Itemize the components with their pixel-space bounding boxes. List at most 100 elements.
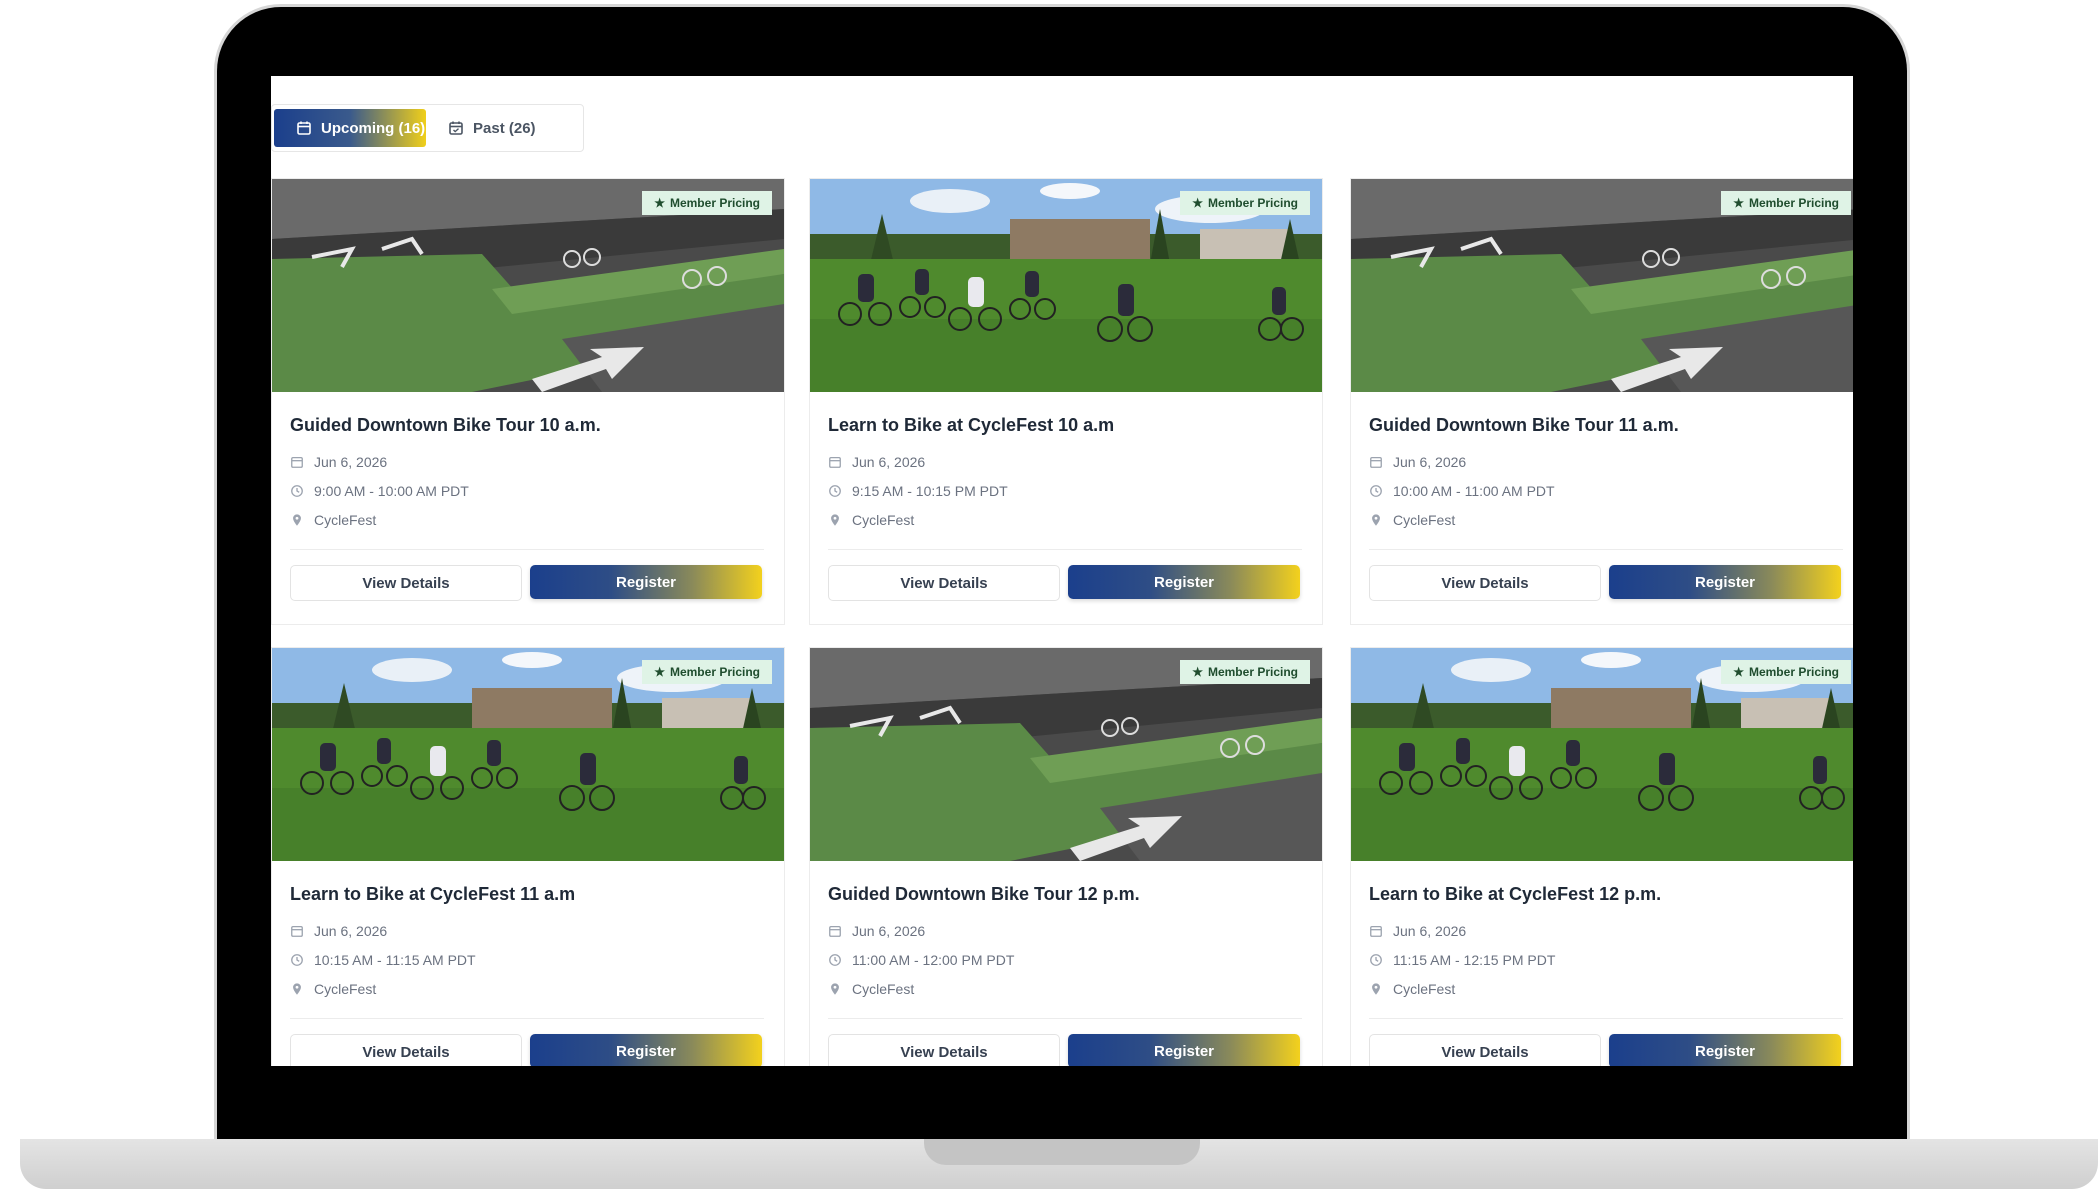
event-time-text: 10:15 AM - 11:15 AM PDT — [314, 952, 476, 968]
event-time: 10:15 AM - 11:15 AM PDT — [290, 952, 476, 968]
member-pricing-badge: ★ Member Pricing — [1721, 191, 1851, 215]
event-time: 11:00 AM - 12:00 PM PDT — [828, 952, 1014, 968]
view-details-button[interactable]: View Details — [290, 1034, 522, 1066]
map-pin-icon — [1372, 983, 1380, 995]
badge-label: Member Pricing — [1748, 196, 1839, 210]
view-details-button[interactable]: View Details — [828, 565, 1060, 601]
badge-label: Member Pricing — [669, 665, 760, 679]
star-icon: ★ — [654, 196, 665, 210]
calendar-icon — [291, 456, 303, 468]
event-location-text: CycleFest — [314, 512, 377, 528]
event-time-text: 9:00 AM - 10:00 AM PDT — [314, 483, 469, 499]
event-location-text: CycleFest — [1393, 981, 1456, 997]
view-details-button[interactable]: View Details — [1369, 1034, 1601, 1066]
event-location: CycleFest — [290, 981, 376, 997]
member-pricing-badge: ★ Member Pricing — [1180, 660, 1310, 684]
card-divider — [290, 549, 764, 550]
laptop-screen: Upcoming (16) Past (26) ★ Member Pricing… — [271, 76, 1853, 1066]
event-date-text: Jun 6, 2026 — [1393, 923, 1467, 939]
card-divider — [828, 1018, 1302, 1019]
event-date-text: Jun 6, 2026 — [314, 454, 388, 470]
event-date-text: Jun 6, 2026 — [1393, 454, 1467, 470]
event-card: ★ Member Pricing Learn to Bike at CycleF… — [809, 178, 1323, 625]
register-button[interactable]: Register — [1609, 1034, 1841, 1066]
member-pricing-badge: ★ Member Pricing — [642, 660, 772, 684]
event-location: CycleFest — [1369, 981, 1455, 997]
register-button[interactable]: Register — [530, 1034, 762, 1066]
event-date: Jun 6, 2026 — [1369, 454, 1466, 470]
badge-label: Member Pricing — [1207, 665, 1298, 679]
calendar-icon — [829, 456, 841, 468]
tab-upcoming[interactable]: Upcoming (16) — [274, 109, 426, 147]
event-time: 9:15 AM - 10:15 PM PDT — [828, 483, 1008, 499]
event-title: Guided Downtown Bike Tour 10 a.m. — [290, 415, 601, 435]
event-card: ★ Member Pricing Learn to Bike at CycleF… — [1350, 647, 1853, 1066]
event-time-text: 11:15 AM - 12:15 PM PDT — [1393, 952, 1556, 968]
badge-label: Member Pricing — [1748, 665, 1839, 679]
event-location: CycleFest — [828, 512, 914, 528]
event-location: CycleFest — [1369, 512, 1455, 528]
member-pricing-badge: ★ Member Pricing — [1721, 660, 1851, 684]
register-button[interactable]: Register — [1609, 565, 1841, 599]
event-time-text: 10:00 AM - 11:00 AM PDT — [1393, 483, 1555, 499]
event-date: Jun 6, 2026 — [290, 454, 387, 470]
event-location: CycleFest — [828, 981, 914, 997]
view-details-button[interactable]: View Details — [290, 565, 522, 601]
card-divider — [828, 549, 1302, 550]
register-button[interactable]: Register — [1068, 1034, 1300, 1066]
event-title: Learn to Bike at CycleFest 12 p.m. — [1369, 884, 1662, 904]
event-title: Learn to Bike at CycleFest 11 a.m — [290, 884, 576, 904]
event-time-text: 11:00 AM - 12:00 PM PDT — [852, 952, 1015, 968]
clock-icon — [291, 485, 303, 497]
event-card: ★ Member Pricing Guided Downtown Bike To… — [271, 178, 785, 625]
star-icon: ★ — [1733, 196, 1744, 210]
calendar-check-icon — [449, 121, 463, 135]
calendar-icon — [1370, 925, 1382, 937]
calendar-icon — [1370, 456, 1382, 468]
event-date-text: Jun 6, 2026 — [314, 923, 388, 939]
star-icon: ★ — [1192, 196, 1203, 210]
event-title: Guided Downtown Bike Tour 12 p.m. — [828, 884, 1140, 904]
view-details-button[interactable]: View Details — [828, 1034, 1060, 1066]
event-card: ★ Member Pricing Guided Downtown Bike To… — [809, 647, 1323, 1066]
map-pin-icon — [831, 983, 839, 995]
tab-past[interactable]: Past (26) — [426, 105, 558, 151]
event-title: Guided Downtown Bike Tour 11 a.m. — [1369, 415, 1679, 435]
laptop-notch — [924, 1139, 1200, 1165]
clock-icon — [1370, 485, 1382, 497]
event-date: Jun 6, 2026 — [290, 923, 387, 939]
card-divider — [1369, 549, 1843, 550]
event-date: Jun 6, 2026 — [828, 454, 925, 470]
star-icon: ★ — [1733, 665, 1744, 679]
event-card: ★ Member Pricing Learn to Bike at CycleF… — [271, 647, 785, 1066]
badge-label: Member Pricing — [1207, 196, 1298, 210]
event-date-text: Jun 6, 2026 — [852, 923, 926, 939]
clock-icon — [291, 954, 303, 966]
register-button[interactable]: Register — [1068, 565, 1300, 599]
event-time: 9:00 AM - 10:00 AM PDT — [290, 483, 469, 499]
badge-label: Member Pricing — [669, 196, 760, 210]
tab-upcoming-label: Upcoming (16) — [321, 119, 426, 137]
event-date-text: Jun 6, 2026 — [852, 454, 926, 470]
event-time-text: 9:15 AM - 10:15 PM PDT — [852, 483, 1008, 499]
event-card: ★ Member Pricing Guided Downtown Bike To… — [1350, 178, 1853, 625]
member-pricing-badge: ★ Member Pricing — [1180, 191, 1310, 215]
star-icon: ★ — [654, 665, 665, 679]
view-details-button[interactable]: View Details — [1369, 565, 1601, 601]
event-date: Jun 6, 2026 — [1369, 923, 1466, 939]
star-icon: ★ — [1192, 665, 1203, 679]
card-divider — [1369, 1018, 1843, 1019]
register-button[interactable]: Register — [530, 565, 762, 599]
event-time: 10:00 AM - 11:00 AM PDT — [1369, 483, 1555, 499]
map-pin-icon — [1372, 514, 1380, 526]
event-date: Jun 6, 2026 — [828, 923, 925, 939]
clock-icon — [829, 954, 841, 966]
calendar-icon — [291, 925, 303, 937]
clock-icon — [829, 485, 841, 497]
event-title: Learn to Bike at CycleFest 10 a.m — [828, 415, 1115, 435]
map-pin-icon — [293, 514, 301, 526]
event-location-text: CycleFest — [852, 512, 915, 528]
map-pin-icon — [831, 514, 839, 526]
calendar-icon — [297, 121, 311, 135]
event-location-text: CycleFest — [852, 981, 915, 997]
